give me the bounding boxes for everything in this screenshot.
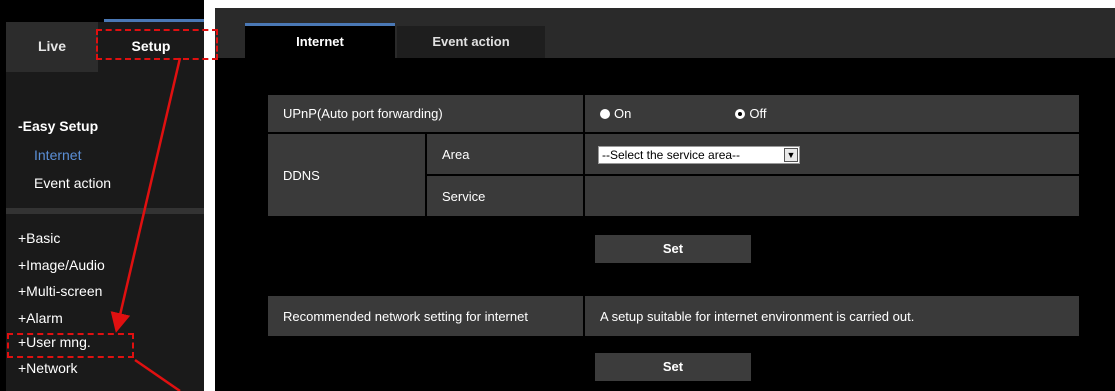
chevron-down-icon[interactable]: ▼ — [784, 148, 798, 162]
ddns-area-label-text: Area — [442, 146, 470, 162]
tab-live[interactable]: Live — [6, 22, 98, 72]
service-area-select[interactable]: --Select the service area-- ▼ — [598, 146, 800, 164]
service-area-select-value: --Select the service area-- — [602, 148, 741, 162]
ddns-area-label: Area — [427, 134, 583, 174]
tab-internet[interactable]: Internet — [245, 23, 395, 58]
tab-setup[interactable]: Setup — [98, 22, 204, 72]
radio-on-icon — [600, 108, 610, 119]
sidebar-item-basic[interactable]: +Basic — [18, 230, 60, 246]
sidebar-item-event-action[interactable]: Event action — [34, 175, 111, 191]
upnp-on-label: On — [614, 106, 632, 121]
sidebar-item-image-audio[interactable]: +Image/Audio — [18, 257, 105, 273]
upnp-options: On Off — [585, 95, 1079, 132]
ddns-label-text: DDNS — [283, 167, 320, 183]
ddns-label: DDNS — [268, 134, 425, 216]
sidebar-item-network[interactable]: +Network — [18, 360, 78, 376]
upnp-off-radio[interactable]: Off — [735, 106, 766, 121]
recommended-label: Recommended network setting for internet — [268, 296, 583, 336]
upnp-label-text: UPnP(Auto port forwarding) — [283, 106, 443, 121]
left-sidebar: Live Setup -Easy Setup Internet Event ac… — [0, 0, 204, 391]
upnp-label: UPnP(Auto port forwarding) — [268, 95, 583, 132]
set-button-ddns[interactable]: Set — [595, 235, 751, 263]
mode-tabs: Live Setup — [6, 19, 204, 72]
content-tab-bar: Internet Event action — [215, 8, 1115, 58]
upnp-on-radio[interactable]: On — [600, 106, 631, 121]
recommended-description: A setup suitable for internet environmen… — [585, 296, 1079, 336]
setup-menu-nav: +Basic +Image/Audio +Multi-screen +Alarm… — [6, 214, 204, 391]
ddns-service-value — [585, 176, 1079, 216]
recommended-label-text: Recommended network setting for internet — [283, 308, 528, 324]
radio-off-checked-icon — [735, 108, 746, 119]
sidebar-item-multi-screen[interactable]: +Multi-screen — [18, 283, 102, 299]
top-strip — [0, 0, 204, 8]
set-button-recommended[interactable]: Set — [595, 353, 751, 381]
easy-setup-heading[interactable]: -Easy Setup — [18, 118, 98, 134]
ddns-service-label-text: Service — [442, 188, 486, 204]
ddns-service-label: Service — [427, 176, 583, 216]
easy-setup-nav: -Easy Setup Internet Event action — [6, 72, 204, 208]
upnp-off-label: Off — [749, 106, 767, 121]
tab-event-action[interactable]: Event action — [397, 26, 545, 58]
sidebar-item-user-mng[interactable]: +User mng. — [18, 334, 91, 350]
recommended-description-text: A setup suitable for internet environmen… — [600, 308, 915, 324]
sidebar-item-alarm[interactable]: +Alarm — [18, 310, 63, 326]
sidebar-item-internet[interactable]: Internet — [34, 147, 81, 163]
